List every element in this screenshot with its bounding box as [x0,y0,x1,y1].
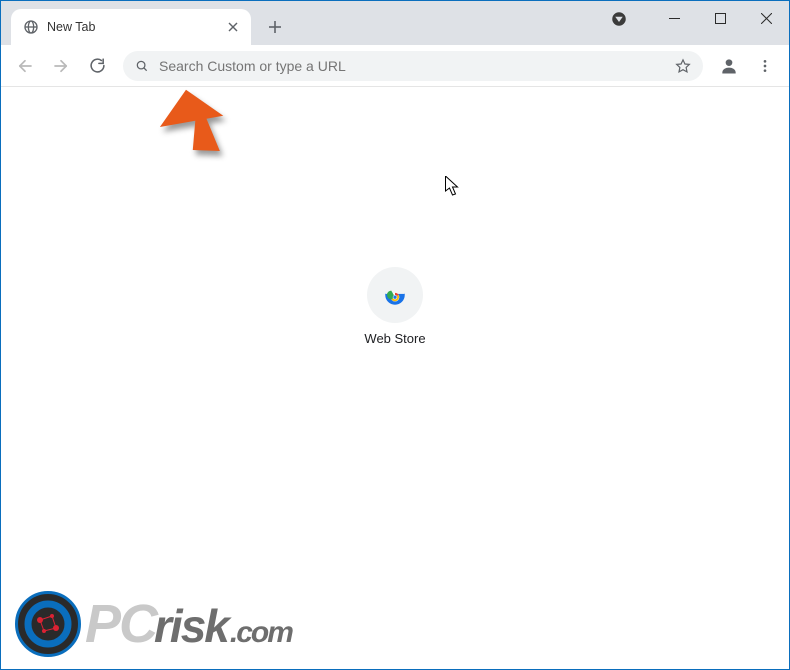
reload-button[interactable] [81,50,113,82]
profile-button[interactable] [713,50,745,82]
shortcut-label: Web Store [364,331,425,346]
back-button[interactable] [9,50,41,82]
browser-window: New Tab [1,1,789,669]
window-controls [651,1,789,35]
tab-strip: New Tab [1,1,789,45]
address-bar[interactable] [123,51,703,81]
address-input[interactable] [159,58,665,74]
new-tab-button[interactable] [261,13,289,41]
shortcut-web-store[interactable]: Web Store [364,267,425,346]
menu-button[interactable] [749,50,781,82]
browser-tab[interactable]: New Tab [11,9,251,45]
search-icon [135,59,149,73]
window-maximize-button[interactable] [697,1,743,35]
new-tab-page: Web Store [1,87,789,669]
shortcut-tile [367,267,423,323]
toolbar [1,45,789,87]
extension-indicator-icon[interactable] [609,9,629,29]
bookmark-star-icon[interactable] [675,58,691,74]
forward-button[interactable] [45,50,77,82]
webstore-icon [382,282,408,308]
window-minimize-button[interactable] [651,1,697,35]
window-close-button[interactable] [743,1,789,35]
tab-title: New Tab [47,20,217,34]
tab-close-button[interactable] [225,19,241,35]
globe-icon [23,19,39,35]
